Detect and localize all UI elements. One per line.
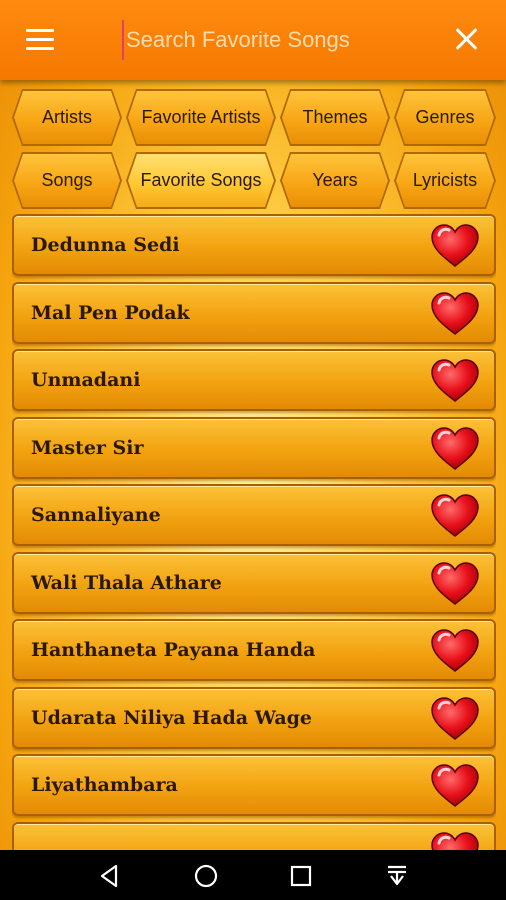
song-title: Liyathambara	[31, 774, 178, 796]
list-item[interactable]: Udarata Niliya Hada Wage	[12, 686, 496, 749]
list-item[interactable]: Mal Pen Podak	[12, 281, 496, 344]
heart-icon[interactable]	[430, 426, 480, 472]
list-item[interactable]: Dedunna Sedi	[12, 214, 496, 276]
list-item[interactable]: Master Sir	[12, 416, 496, 479]
heart-icon[interactable]	[430, 493, 480, 539]
tab-label: Favorite Artists	[128, 91, 274, 144]
home-icon[interactable]	[192, 862, 220, 890]
hamburger-menu-icon[interactable]	[26, 29, 54, 51]
tab-label: Genres	[396, 91, 494, 144]
tab-row-2: Songs Favorite Songs Years Lyricists	[12, 152, 496, 209]
song-title: Hanthaneta Payana Handa	[31, 639, 316, 661]
tab-favorite-songs[interactable]: Favorite Songs	[126, 152, 276, 209]
system-nav-bar	[0, 850, 506, 900]
song-title: Wali Thala Athare	[31, 571, 222, 594]
tab-themes[interactable]: Themes	[280, 89, 390, 146]
category-tabs: Artists Favorite Artists Themes Genres S…	[12, 89, 496, 215]
app-bar	[0, 0, 506, 80]
heart-icon[interactable]	[430, 561, 480, 607]
notifications-icon[interactable]	[383, 862, 411, 890]
heart-icon[interactable]	[430, 291, 480, 337]
heart-icon[interactable]	[430, 696, 480, 742]
tab-row-1: Artists Favorite Artists Themes Genres	[12, 89, 496, 146]
heart-icon[interactable]	[430, 831, 480, 850]
song-title: Dedunna Sedi	[31, 234, 180, 256]
tab-label: Themes	[282, 91, 388, 144]
list-item[interactable]: Unmadani	[12, 349, 496, 411]
tab-label: Lyricists	[396, 154, 494, 207]
tab-favorite-artists[interactable]: Favorite Artists	[126, 89, 276, 146]
list-item[interactable]	[12, 821, 496, 850]
list-item[interactable]: Wali Thala Athare	[12, 551, 496, 614]
heart-icon[interactable]	[430, 223, 480, 269]
tab-label: Years	[282, 154, 388, 207]
tab-years[interactable]: Years	[280, 152, 390, 209]
list-item[interactable]: Liyathambara	[12, 754, 496, 816]
list-item[interactable]: Sannaliyane	[12, 484, 496, 546]
tab-genres[interactable]: Genres	[394, 89, 496, 146]
song-title: Mal Pen Podak	[31, 301, 190, 324]
list-item[interactable]: Hanthaneta Payana Handa	[12, 619, 496, 681]
song-title: Udarata Niliya Hada Wage	[31, 706, 313, 729]
tab-label: Favorite Songs	[128, 154, 274, 207]
tab-label: Songs	[14, 154, 120, 207]
close-icon[interactable]	[454, 26, 480, 52]
back-icon[interactable]	[96, 862, 124, 890]
heart-icon[interactable]	[430, 358, 480, 404]
heart-icon[interactable]	[430, 763, 480, 809]
tab-songs[interactable]: Songs	[12, 152, 122, 209]
tab-label: Artists	[14, 91, 120, 144]
tab-artists[interactable]: Artists	[12, 89, 122, 146]
tab-lyricists[interactable]: Lyricists	[394, 152, 496, 209]
song-title: Master Sir	[31, 436, 144, 459]
recents-icon[interactable]	[287, 862, 315, 890]
favorite-songs-list[interactable]: Dedunna Sedi Mal Pen Podak Unmadani Mast…	[12, 214, 496, 850]
search-input[interactable]	[122, 20, 422, 60]
song-title: Unmadani	[31, 369, 141, 391]
song-title: Sannaliyane	[31, 504, 161, 526]
heart-icon[interactable]	[430, 628, 480, 674]
